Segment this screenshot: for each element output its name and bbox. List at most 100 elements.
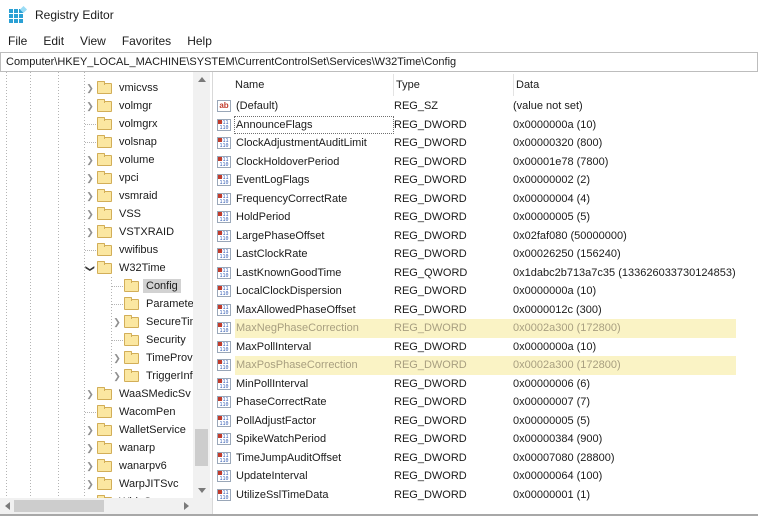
- tree-horizontal-scrollbar[interactable]: [0, 498, 193, 514]
- tree-item-vsmraid[interactable]: ❯vsmraid: [0, 187, 193, 205]
- menu-help[interactable]: Help: [179, 31, 220, 52]
- value-row-clockadjustmentauditlimit[interactable]: 011110ClockAdjustmentAuditLimitREG_DWORD…: [217, 134, 758, 153]
- value-row-updateinterval[interactable]: 011110UpdateIntervalREG_DWORD0x00000064 …: [217, 467, 758, 486]
- chevron-right-icon[interactable]: ❯: [83, 192, 97, 201]
- chevron-down-icon[interactable]: ❯: [83, 264, 97, 273]
- value-name[interactable]: MaxPosPhaseCorrection: [235, 357, 393, 373]
- value-name[interactable]: TimeJumpAuditOffset: [235, 450, 393, 466]
- value-row-frequencycorrectrate[interactable]: 011110FrequencyCorrectRateREG_DWORD0x000…: [217, 190, 758, 209]
- value-row-holdperiod[interactable]: 011110HoldPeriodREG_DWORD0x00000005 (5): [217, 208, 758, 227]
- tree-item-volmgrx[interactable]: volmgrx: [0, 115, 193, 133]
- value-row-maxnegphasecorrection[interactable]: 011110MaxNegPhaseCorrectionREG_DWORD0x00…: [217, 319, 758, 338]
- tree-item-config[interactable]: Config: [0, 277, 193, 295]
- value-name[interactable]: ClockAdjustmentAuditLimit: [235, 135, 393, 151]
- tree-item-securetime[interactable]: ❯SecureTime: [0, 313, 193, 331]
- chevron-right-icon[interactable]: ❯: [83, 444, 97, 453]
- menu-view[interactable]: View: [72, 31, 114, 52]
- value-name[interactable]: LastKnownGoodTime: [235, 265, 393, 281]
- chevron-right-icon[interactable]: ❯: [83, 390, 97, 399]
- value-row-utilizessltimedata[interactable]: 011110UtilizeSslTimeDataREG_DWORD0x00000…: [217, 486, 758, 505]
- value-row-spikewatchperiod[interactable]: 011110SpikeWatchPeriodREG_DWORD0x0000038…: [217, 430, 758, 449]
- tree-item-vss[interactable]: ❯VSS: [0, 205, 193, 223]
- tree-item-security[interactable]: Security: [0, 331, 193, 349]
- value-row-default[interactable]: ab(Default)REG_SZ(value not set): [217, 97, 758, 116]
- tree-item-triggerinfo[interactable]: ❯TriggerInfo: [0, 367, 193, 385]
- scroll-down-button[interactable]: [193, 483, 210, 498]
- menu-favorites[interactable]: Favorites: [114, 31, 179, 52]
- chevron-right-icon[interactable]: ❯: [110, 372, 124, 381]
- value-row-maxposphasecorrection[interactable]: 011110MaxPosPhaseCorrectionREG_DWORD0x00…: [217, 356, 758, 375]
- value-row-eventlogflags[interactable]: 011110EventLogFlagsREG_DWORD0x00000002 (…: [217, 171, 758, 190]
- tree-item-wacompen[interactable]: WacomPen: [0, 403, 193, 421]
- tree-item-volmgr[interactable]: ❯volmgr: [0, 97, 193, 115]
- chevron-right-icon[interactable]: ❯: [83, 462, 97, 471]
- tree-item-volume[interactable]: ❯volume: [0, 151, 193, 169]
- address-input[interactable]: [0, 52, 758, 72]
- horizontal-scroll-thumb[interactable]: [14, 500, 104, 512]
- value-name[interactable]: AnnounceFlags: [235, 117, 393, 133]
- menu-edit[interactable]: Edit: [35, 31, 72, 52]
- value-name[interactable]: HoldPeriod: [235, 209, 393, 225]
- value-row-minpollinterval[interactable]: 011110MinPollIntervalREG_DWORD0x00000006…: [217, 375, 758, 394]
- value-name[interactable]: LargePhaseOffset: [235, 228, 393, 244]
- chevron-right-icon[interactable]: ❯: [83, 480, 97, 489]
- value-name[interactable]: UpdateInterval: [235, 468, 393, 484]
- chevron-right-icon[interactable]: ❯: [83, 102, 97, 111]
- chevron-right-icon[interactable]: ❯: [83, 174, 97, 183]
- tree-item-walletservice[interactable]: ❯WalletService: [0, 421, 193, 439]
- value-name[interactable]: LastClockRate: [235, 246, 393, 262]
- scroll-right-button[interactable]: [179, 498, 193, 514]
- value-name[interactable]: SpikeWatchPeriod: [235, 431, 393, 447]
- value-row-timejumpauditoffset[interactable]: 011110TimeJumpAuditOffsetREG_DWORD0x0000…: [217, 449, 758, 468]
- value-name[interactable]: UtilizeSslTimeData: [235, 487, 393, 503]
- value-name[interactable]: MaxNegPhaseCorrection: [235, 320, 393, 336]
- value-row-lastclockrate[interactable]: 011110LastClockRateREG_DWORD0x00026250 (…: [217, 245, 758, 264]
- chevron-right-icon[interactable]: ❯: [110, 354, 124, 363]
- value-row-announceflags[interactable]: 011110AnnounceFlagsREG_DWORD0x0000000a (…: [217, 116, 758, 135]
- menu-file[interactable]: File: [0, 31, 35, 52]
- chevron-right-icon[interactable]: ❯: [83, 228, 97, 237]
- scroll-left-button[interactable]: [0, 498, 14, 514]
- value-name[interactable]: MaxAllowedPhaseOffset: [235, 302, 393, 318]
- value-name[interactable]: MaxPollInterval: [235, 339, 393, 355]
- scroll-up-button[interactable]: [193, 72, 210, 87]
- chevron-right-icon[interactable]: ❯: [83, 156, 97, 165]
- value-row-lastknowngoodtime[interactable]: 011110LastKnownGoodTimeREG_QWORD0x1dabc2…: [217, 264, 758, 283]
- value-name[interactable]: (Default): [235, 98, 393, 114]
- value-name[interactable]: ClockHoldoverPeriod: [235, 154, 393, 170]
- chevron-right-icon[interactable]: ❯: [83, 426, 97, 435]
- value-name[interactable]: EventLogFlags: [235, 172, 393, 188]
- tree-item-warpjitsvc[interactable]: ❯WarpJITSvc: [0, 475, 193, 493]
- chevron-right-icon[interactable]: ❯: [83, 84, 97, 93]
- value-row-polladjustfactor[interactable]: 011110PollAdjustFactorREG_DWORD0x0000000…: [217, 412, 758, 431]
- chevron-right-icon[interactable]: ❯: [110, 318, 124, 327]
- value-row-largephaseoffset[interactable]: 011110LargePhaseOffsetREG_DWORD0x02faf08…: [217, 227, 758, 246]
- tree-item-vpci[interactable]: ❯vpci: [0, 169, 193, 187]
- value-name[interactable]: PhaseCorrectRate: [235, 394, 393, 410]
- tree-item-wanarp[interactable]: ❯wanarp: [0, 439, 193, 457]
- value-name[interactable]: PollAdjustFactor: [235, 413, 393, 429]
- column-header-data[interactable]: Data: [513, 74, 758, 96]
- value-row-maxpollinterval[interactable]: 011110MaxPollIntervalREG_DWORD0x0000000a…: [217, 338, 758, 357]
- tree-item-w32time[interactable]: ❯W32Time: [0, 259, 193, 277]
- tree-item-vstxraid[interactable]: ❯VSTXRAID: [0, 223, 193, 241]
- value-row-maxallowedphaseoffset[interactable]: 011110MaxAllowedPhaseOffsetREG_DWORD0x00…: [217, 301, 758, 320]
- value-name[interactable]: FrequencyCorrectRate: [235, 191, 393, 207]
- tree-item-parameters[interactable]: Parameters: [0, 295, 193, 313]
- vertical-scroll-thumb[interactable]: [195, 429, 208, 466]
- column-header-name[interactable]: Name: [217, 74, 393, 96]
- tree-item-vwifibus[interactable]: vwifibus: [0, 241, 193, 259]
- tree-item-waasmedicsv[interactable]: ❯WaaSMedicSv: [0, 385, 193, 403]
- tree-item-timeprovid[interactable]: ❯TimeProvid: [0, 349, 193, 367]
- column-header-type[interactable]: Type: [393, 74, 513, 96]
- value-row-clockholdoverperiod[interactable]: 011110ClockHoldoverPeriodREG_DWORD0x0000…: [217, 153, 758, 172]
- tree-vertical-scrollbar[interactable]: [193, 72, 210, 498]
- tree-item-volsnap[interactable]: volsnap: [0, 133, 193, 151]
- value-name[interactable]: MinPollInterval: [235, 376, 393, 392]
- value-name[interactable]: LocalClockDispersion: [235, 283, 393, 299]
- value-row-phasecorrectrate[interactable]: 011110PhaseCorrectRateREG_DWORD0x0000000…: [217, 393, 758, 412]
- tree-item-vmicvss[interactable]: ❯vmicvss: [0, 79, 193, 97]
- value-row-localclockdispersion[interactable]: 011110LocalClockDispersionREG_DWORD0x000…: [217, 282, 758, 301]
- tree-item-wanarpv6[interactable]: ❯wanarpv6: [0, 457, 193, 475]
- chevron-right-icon[interactable]: ❯: [83, 210, 97, 219]
